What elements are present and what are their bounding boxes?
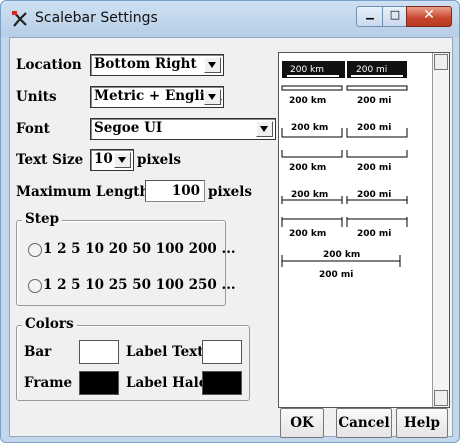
preview-scrollbar[interactable]: [432, 53, 449, 407]
window-title: Scalebar Settings: [35, 10, 158, 26]
max-length-unit: pixels: [208, 184, 252, 200]
label-halo-color-label: Label Halo: [126, 375, 208, 391]
label-halo-color-swatch[interactable]: [202, 371, 242, 395]
step-group: [16, 220, 226, 306]
location-value: Bottom Right: [94, 56, 197, 72]
sample-label-km: 200 km: [289, 96, 326, 106]
cancel-button[interactable]: Cancel: [336, 408, 392, 438]
chevron-down-icon[interactable]: [204, 89, 221, 105]
scalebar-preview-samples: 200 km 200 mi 200 km 200 mi 200 km 200 m…: [281, 61, 408, 280]
text-size-label: Text Size: [16, 152, 84, 168]
step-option1-radio[interactable]: [28, 243, 42, 257]
chevron-down-icon[interactable]: [204, 57, 221, 73]
label-text-color-swatch[interactable]: [202, 340, 242, 364]
location-label: Location: [16, 57, 82, 73]
scalebar-settings-window: Scalebar Settings ▁ □ ✕ Location Bottom …: [0, 0, 460, 443]
colors-group-title: Colors: [22, 316, 77, 332]
sample-label-mi: 200 mi: [357, 96, 391, 106]
minimize-icon: ▁: [366, 9, 374, 20]
title-bar[interactable]: Scalebar Settings ▁ □ ✕: [1, 1, 459, 37]
font-label: Font: [16, 121, 50, 137]
sample-label-mi: 200 mi: [357, 163, 391, 173]
text-size-select[interactable]: 10: [90, 149, 134, 171]
units-label: Units: [16, 89, 57, 105]
units-select[interactable]: Metric + English: [90, 86, 224, 108]
max-length-value: 100: [171, 183, 200, 199]
close-icon: ✕: [423, 7, 435, 23]
scalebar-preview-list[interactable]: 200 km 200 mi 200 km 200 mi 200 km 200 m…: [278, 52, 450, 408]
sample-label-km: 200 km: [290, 65, 324, 75]
maximize-button[interactable]: □: [382, 6, 408, 27]
step-option1-label[interactable]: 1 2 5 10 20 50 100 200 ...: [43, 241, 236, 257]
font-select[interactable]: Segoe UI: [90, 118, 276, 140]
step-option2-radio[interactable]: [28, 279, 42, 293]
font-value: Segoe UI: [94, 120, 163, 136]
bar-color-label: Bar: [24, 344, 52, 360]
sample-label-km: 200 km: [289, 163, 326, 173]
sample-label-mi: 200 mi: [357, 229, 391, 239]
max-length-input[interactable]: 100: [145, 180, 205, 202]
frame-color-label: Frame: [24, 375, 73, 391]
sample-label-mi: 200 mi: [356, 65, 387, 75]
bar-color-swatch[interactable]: [79, 340, 119, 364]
sample-label-km: 200 km: [289, 229, 326, 239]
help-button[interactable]: Help: [396, 408, 448, 438]
dialog-body: Location Bottom Right Units Metric + Eng…: [9, 37, 453, 438]
chevron-down-icon[interactable]: [114, 152, 131, 168]
location-select[interactable]: Bottom Right: [90, 54, 224, 76]
sample-label-mi: 200 mi: [357, 123, 391, 133]
sample-label-mi: 200 mi: [319, 270, 353, 280]
maximize-icon: □: [389, 8, 401, 21]
units-value: Metric + English: [94, 88, 223, 104]
chevron-down-icon[interactable]: [256, 121, 273, 137]
scroll-down-arrow-icon[interactable]: [434, 390, 448, 406]
scalebar-app-icon: [12, 11, 27, 27]
label-text-color-label: Label Text: [126, 344, 204, 360]
frame-color-swatch[interactable]: [79, 371, 119, 395]
scroll-up-arrow-icon[interactable]: [434, 54, 448, 70]
text-size-unit: pixels: [137, 152, 181, 168]
step-group-title: Step: [22, 211, 63, 227]
sample-label-km: 200 km: [323, 250, 360, 260]
minimize-button[interactable]: ▁: [356, 6, 384, 27]
close-button[interactable]: ✕: [406, 6, 452, 27]
sample-label-km: 200 km: [291, 123, 328, 133]
max-length-label: Maximum Length: [16, 184, 150, 200]
sample-label-mi: 200 mi: [357, 190, 391, 200]
ok-button[interactable]: OK: [280, 408, 324, 438]
text-size-value: 10: [94, 151, 113, 167]
sample-label-km: 200 km: [291, 190, 328, 200]
step-option2-label[interactable]: 1 2 5 10 25 50 100 250 ...: [43, 277, 236, 293]
